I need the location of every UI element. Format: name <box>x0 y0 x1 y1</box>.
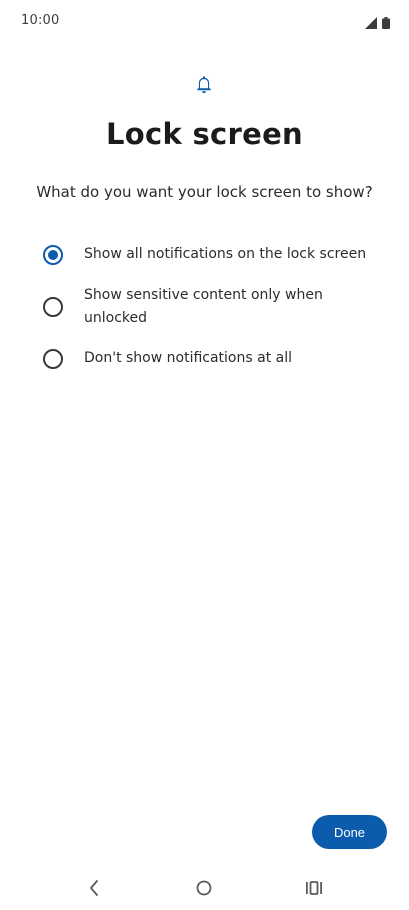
status-time: 10:00 <box>21 13 60 28</box>
radio-button-selected[interactable] <box>43 245 63 265</box>
page-subtitle: What do you want your lock screen to sho… <box>36 183 373 201</box>
navigation-bar <box>0 865 409 910</box>
back-icon[interactable] <box>83 877 105 899</box>
radio-button[interactable] <box>43 297 63 317</box>
recents-icon[interactable] <box>303 877 325 899</box>
radio-button[interactable] <box>43 349 63 369</box>
status-icons <box>365 14 390 33</box>
bell-icon <box>193 73 215 95</box>
battery-icon <box>382 14 390 33</box>
done-button[interactable]: Done <box>312 815 387 849</box>
option-label: Show all notifications on the lock scree… <box>84 246 367 262</box>
status-bar: 10:00 <box>0 0 409 44</box>
home-icon[interactable] <box>193 877 215 899</box>
page-title: Lock screen <box>105 117 303 151</box>
option-label: Show sensitive content only when unlocke… <box>84 287 323 326</box>
signal-icon <box>365 14 377 33</box>
option-label: Don't show notifications at all <box>84 350 292 366</box>
